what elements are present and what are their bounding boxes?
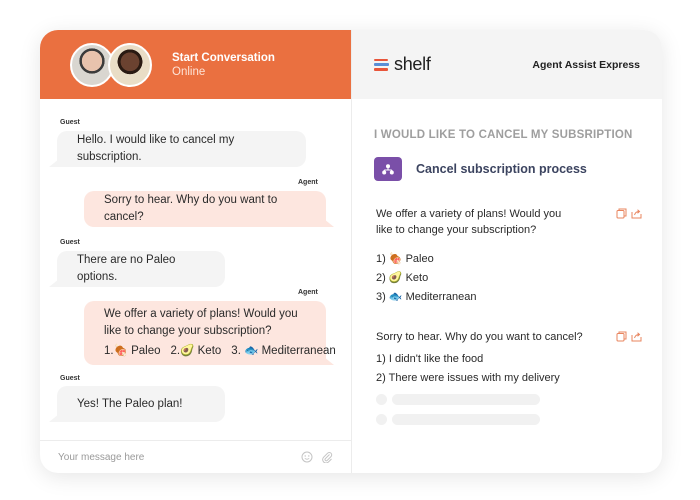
suggestion-text: Sorry to hear. Why do you want to cancel… bbox=[376, 331, 583, 343]
message-text: There are no Paleo options. bbox=[77, 254, 176, 283]
message-sender: Guest bbox=[60, 375, 80, 382]
loading-placeholder bbox=[376, 394, 642, 405]
avatar bbox=[108, 42, 152, 87]
assist-header: shelf Agent Assist Express bbox=[352, 30, 662, 99]
message-text: Sorry to hear. Why do you want to cancel… bbox=[104, 194, 278, 223]
suggestion-list: 1) 🍖 Paleo 2) 🥑 Keto 3) 🐟 Mediterranean bbox=[376, 250, 642, 307]
message-sender: Agent bbox=[298, 179, 318, 186]
plan-option-keto: 2.🥑 Keto bbox=[170, 345, 222, 357]
chat-message: We offer a variety of plans! Would you l… bbox=[84, 301, 336, 365]
detected-query: I WOULD LIKE TO CANCEL MY SUBSRIPTION bbox=[374, 129, 633, 141]
shelf-logo: shelf bbox=[374, 54, 431, 75]
chat-message: Yes! The Paleo plan! bbox=[49, 386, 225, 422]
assist-title: Agent Assist Express bbox=[532, 58, 640, 71]
smiley-icon[interactable] bbox=[301, 451, 313, 463]
suggestion-list: 1) I didn't like the food 2) There were … bbox=[376, 350, 642, 388]
message-composer bbox=[40, 440, 351, 473]
message-list: Guest Hello. I would like to cancel my s… bbox=[40, 99, 351, 440]
share-icon[interactable] bbox=[631, 331, 642, 342]
message-text: Yes! The Paleo plan! bbox=[77, 397, 183, 410]
logo-text: shelf bbox=[394, 54, 431, 74]
paperclip-icon[interactable] bbox=[321, 451, 333, 463]
agent-assist-panel: shelf Agent Assist Express I WOULD LIKE … bbox=[352, 30, 662, 473]
plan-option-paleo: 1.🍖 Paleo bbox=[104, 345, 161, 357]
message-input[interactable] bbox=[58, 451, 293, 463]
suggestion-card: We offer a variety of plans! Would you l… bbox=[376, 206, 642, 307]
message-text: Hello. I would like to cancel my subscri… bbox=[77, 134, 235, 163]
copy-icon[interactable] bbox=[616, 208, 627, 219]
chat-status: Online bbox=[172, 65, 206, 78]
chat-title: Start Conversation bbox=[172, 51, 275, 64]
share-icon[interactable] bbox=[631, 208, 642, 219]
process-link[interactable]: Cancel subscription process bbox=[374, 157, 587, 181]
app-window: Start Conversation Online Guest Hello. I… bbox=[40, 30, 662, 473]
list-item[interactable]: 2) 🥑 Keto bbox=[376, 269, 642, 288]
list-item[interactable]: 1) I didn't like the food bbox=[376, 350, 642, 369]
message-text: We offer a variety of plans! Would you l… bbox=[104, 308, 298, 337]
chat-panel: Start Conversation Online Guest Hello. I… bbox=[40, 30, 352, 473]
plan-options: 1.🍖 Paleo 2.🥑 Keto 3. 🐟 Mediterranean bbox=[104, 343, 336, 360]
suggestion-card: Sorry to hear. Why do you want to cancel… bbox=[376, 329, 642, 425]
chat-header: Start Conversation Online bbox=[40, 30, 351, 99]
list-item[interactable]: 2) There were issues with my delivery bbox=[376, 369, 642, 388]
list-item[interactable]: 3) 🐟 Mediterranean bbox=[376, 288, 642, 307]
list-item[interactable]: 1) 🍖 Paleo bbox=[376, 250, 642, 269]
message-sender: Guest bbox=[60, 239, 80, 246]
chat-message: Sorry to hear. Why do you want to cancel… bbox=[84, 191, 334, 227]
copy-icon[interactable] bbox=[616, 331, 627, 342]
chat-message: Hello. I would like to cancel my subscri… bbox=[49, 131, 306, 167]
agent-avatars bbox=[70, 42, 156, 87]
flow-diagram-icon bbox=[374, 157, 402, 181]
suggestion-text: We offer a variety of plans! Would you l… bbox=[376, 208, 562, 236]
message-sender: Guest bbox=[60, 119, 80, 126]
loading-placeholder bbox=[376, 414, 642, 425]
shelf-logo-icon bbox=[374, 58, 390, 71]
chat-message: There are no Paleo options. bbox=[49, 251, 225, 287]
plan-option-mediterranean: 3. 🐟 Mediterranean bbox=[231, 345, 336, 357]
message-sender: Agent bbox=[298, 289, 318, 296]
process-label: Cancel subscription process bbox=[416, 162, 587, 176]
